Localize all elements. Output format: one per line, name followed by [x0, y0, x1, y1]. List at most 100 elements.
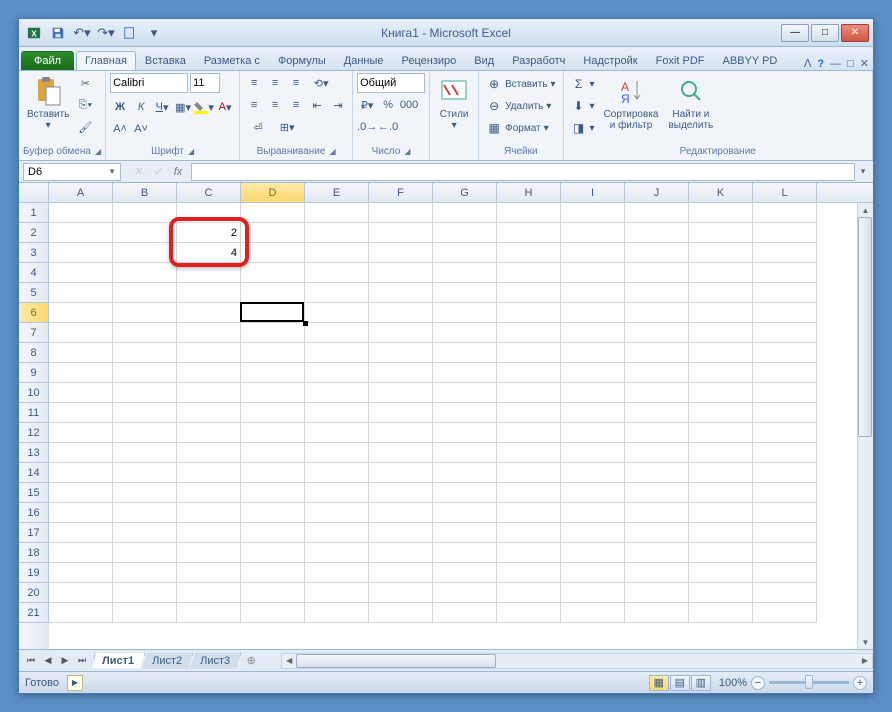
cell-J19[interactable]: [625, 563, 689, 583]
scroll-down-icon[interactable]: ▼: [858, 635, 873, 649]
cell-I8[interactable]: [561, 343, 625, 363]
cell-F6[interactable]: [369, 303, 433, 323]
cell-E1[interactable]: [305, 203, 369, 223]
cell-G20[interactable]: [433, 583, 497, 603]
cell-K3[interactable]: [689, 243, 753, 263]
tab-addins[interactable]: Надстройк: [574, 51, 646, 70]
sheet-tab-2[interactable]: Лист2: [142, 653, 193, 669]
copy-icon[interactable]: ⎘▾: [75, 95, 95, 115]
cell-F10[interactable]: [369, 383, 433, 403]
sheet-tab-3[interactable]: Лист3: [190, 653, 241, 669]
cell-L8[interactable]: [753, 343, 817, 363]
cell-K9[interactable]: [689, 363, 753, 383]
cell-J17[interactable]: [625, 523, 689, 543]
cell-B5[interactable]: [113, 283, 177, 303]
cell-D12[interactable]: [241, 423, 305, 443]
col-header-B[interactable]: B: [113, 183, 177, 202]
cell-B10[interactable]: [113, 383, 177, 403]
cell-C11[interactable]: [177, 403, 241, 423]
cell-I9[interactable]: [561, 363, 625, 383]
cell-G7[interactable]: [433, 323, 497, 343]
enter-formula-icon[interactable]: ✓: [149, 163, 167, 181]
cell-H7[interactable]: [497, 323, 561, 343]
cell-A19[interactable]: [49, 563, 113, 583]
cell-J16[interactable]: [625, 503, 689, 523]
cell-A8[interactable]: [49, 343, 113, 363]
tab-abbyy[interactable]: ABBYY PD: [714, 51, 787, 70]
cell-J7[interactable]: [625, 323, 689, 343]
cell-H21[interactable]: [497, 603, 561, 623]
increase-decimal-icon[interactable]: .0→: [357, 117, 377, 137]
cell-B18[interactable]: [113, 543, 177, 563]
formula-input[interactable]: [191, 163, 855, 181]
cells-container[interactable]: 24: [49, 203, 873, 649]
cell-F2[interactable]: [369, 223, 433, 243]
col-header-C[interactable]: C: [177, 183, 241, 202]
sort-filter-button[interactable]: АЯ Сортировка и фильтр: [600, 73, 663, 133]
cell-J3[interactable]: [625, 243, 689, 263]
cell-C6[interactable]: [177, 303, 241, 323]
cell-A5[interactable]: [49, 283, 113, 303]
align-right-icon[interactable]: ≡: [286, 95, 306, 115]
tab-foxit[interactable]: Foxit PDF: [647, 51, 714, 70]
fill-handle[interactable]: [303, 321, 308, 326]
col-header-E[interactable]: E: [305, 183, 369, 202]
row-header-18[interactable]: 18: [19, 543, 49, 563]
horizontal-scrollbar[interactable]: ◀ ▶: [281, 653, 873, 669]
fx-icon[interactable]: fx: [169, 163, 187, 181]
cell-F17[interactable]: [369, 523, 433, 543]
row-header-3[interactable]: 3: [19, 243, 49, 263]
bold-button[interactable]: Ж: [110, 97, 130, 117]
cell-A14[interactable]: [49, 463, 113, 483]
cell-I7[interactable]: [561, 323, 625, 343]
cell-D3[interactable]: [241, 243, 305, 263]
sheet-nav-next-icon[interactable]: ▶: [57, 653, 73, 669]
cell-B19[interactable]: [113, 563, 177, 583]
new-sheet-icon[interactable]: ⊕: [241, 654, 261, 667]
cell-J6[interactable]: [625, 303, 689, 323]
cell-L12[interactable]: [753, 423, 817, 443]
macro-record-icon[interactable]: ▶: [67, 675, 83, 691]
cell-H12[interactable]: [497, 423, 561, 443]
cell-C1[interactable]: [177, 203, 241, 223]
cell-J21[interactable]: [625, 603, 689, 623]
name-box[interactable]: D6▼: [23, 163, 121, 181]
tab-formulas[interactable]: Формулы: [269, 51, 335, 70]
redo-icon[interactable]: ↷▾: [95, 22, 117, 44]
cell-I5[interactable]: [561, 283, 625, 303]
cell-B4[interactable]: [113, 263, 177, 283]
cell-I16[interactable]: [561, 503, 625, 523]
font-size-combo[interactable]: [190, 73, 220, 93]
cell-L2[interactable]: [753, 223, 817, 243]
workbook-minimize-icon[interactable]: ―: [830, 58, 841, 70]
cell-G6[interactable]: [433, 303, 497, 323]
fill-color-button[interactable]: ▾: [194, 97, 214, 117]
cell-J2[interactable]: [625, 223, 689, 243]
cell-G3[interactable]: [433, 243, 497, 263]
cell-H8[interactable]: [497, 343, 561, 363]
cell-H6[interactable]: [497, 303, 561, 323]
styles-button[interactable]: Стили▾: [434, 73, 474, 133]
cell-D1[interactable]: [241, 203, 305, 223]
cell-F21[interactable]: [369, 603, 433, 623]
cell-C9[interactable]: [177, 363, 241, 383]
cell-L6[interactable]: [753, 303, 817, 323]
cell-I3[interactable]: [561, 243, 625, 263]
decrease-decimal-icon[interactable]: ←.0: [378, 117, 398, 137]
cell-G2[interactable]: [433, 223, 497, 243]
cell-K4[interactable]: [689, 263, 753, 283]
qat-customize-icon[interactable]: ▾: [143, 22, 165, 44]
excel-icon[interactable]: X: [23, 22, 45, 44]
cell-L11[interactable]: [753, 403, 817, 423]
select-all-corner[interactable]: [19, 183, 49, 202]
align-bottom-icon[interactable]: ≡: [286, 73, 306, 93]
cell-C4[interactable]: [177, 263, 241, 283]
workbook-close-icon[interactable]: ✕: [860, 57, 869, 70]
cell-C18[interactable]: [177, 543, 241, 563]
cell-J5[interactable]: [625, 283, 689, 303]
row-header-13[interactable]: 13: [19, 443, 49, 463]
underline-button[interactable]: Ч▾: [152, 97, 172, 117]
alignment-launcher-icon[interactable]: ◢: [329, 147, 335, 156]
cell-I19[interactable]: [561, 563, 625, 583]
cell-I20[interactable]: [561, 583, 625, 603]
